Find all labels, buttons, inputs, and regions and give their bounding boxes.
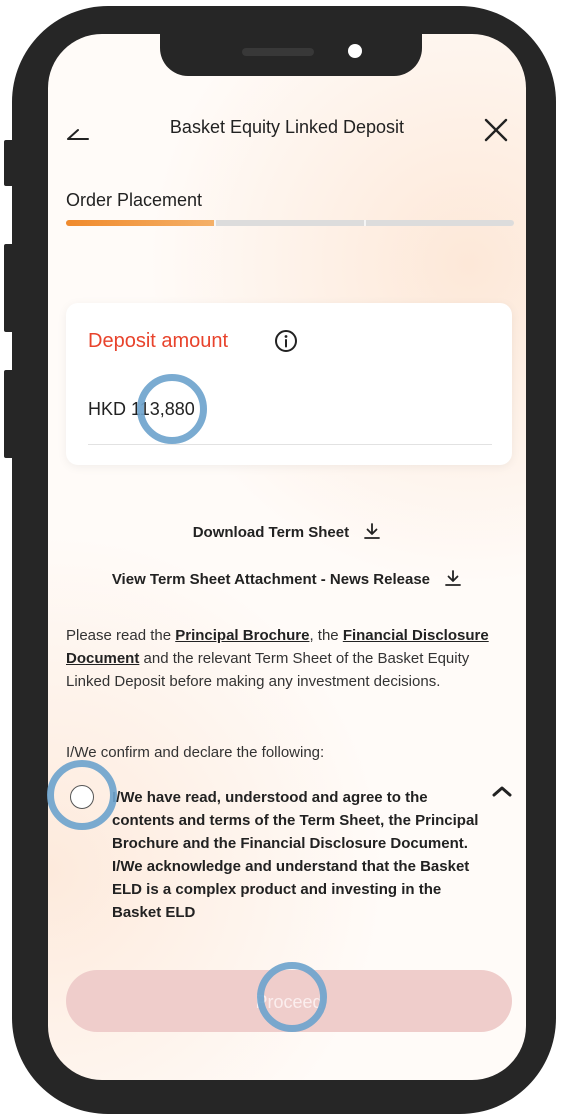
speaker-grille xyxy=(242,48,314,56)
deposit-card: Deposit amount HKD 113,880 xyxy=(66,303,512,465)
side-button xyxy=(4,244,16,332)
download-term-sheet-label: Download Term Sheet xyxy=(192,524,350,541)
disclosure-notice: Please read the Principal Brochure, the … xyxy=(66,624,516,693)
amount-value: 113,880 xyxy=(131,399,195,419)
app-screen: Basket Equity Linked Deposit Order Place… xyxy=(48,34,526,1080)
side-button xyxy=(4,370,16,458)
progress-separator xyxy=(364,220,366,226)
chevron-up-icon[interactable] xyxy=(492,784,512,798)
view-attachment-link[interactable]: View Term Sheet Attachment - News Releas… xyxy=(48,569,526,588)
declaration-text: I/We have read, understood and agree to … xyxy=(112,789,479,921)
declaration-radio[interactable] xyxy=(70,785,94,809)
download-term-sheet-link[interactable]: Download Term Sheet xyxy=(48,522,526,541)
page-title: Basket Equity Linked Deposit xyxy=(169,117,405,137)
step-label: Order Placement xyxy=(66,190,203,210)
proceed-button[interactable]: Proceed xyxy=(66,970,512,1032)
camera-icon xyxy=(348,44,362,58)
confirm-heading: I/We confirm and declare the following: xyxy=(66,744,325,761)
notice-text: , the xyxy=(309,627,343,644)
side-button xyxy=(4,140,16,186)
download-icon xyxy=(445,570,462,586)
info-icon[interactable] xyxy=(274,329,298,353)
close-icon[interactable] xyxy=(482,116,510,144)
deposit-amount-field[interactable]: HKD 113,880 xyxy=(88,399,195,420)
input-underline xyxy=(88,444,492,445)
view-attachment-label: View Term Sheet Attachment - News Releas… xyxy=(111,571,430,588)
notice-text: Please read the xyxy=(66,627,176,644)
phone-notch xyxy=(160,34,422,76)
deposit-amount-label: Deposit amount xyxy=(88,330,229,352)
currency-code: HKD xyxy=(88,399,127,419)
progress-bar xyxy=(66,220,514,226)
download-icon xyxy=(364,523,381,539)
progress-separator xyxy=(214,220,216,226)
progress-fill xyxy=(66,220,214,226)
principal-brochure-link[interactable]: Principal Brochure xyxy=(175,627,309,644)
